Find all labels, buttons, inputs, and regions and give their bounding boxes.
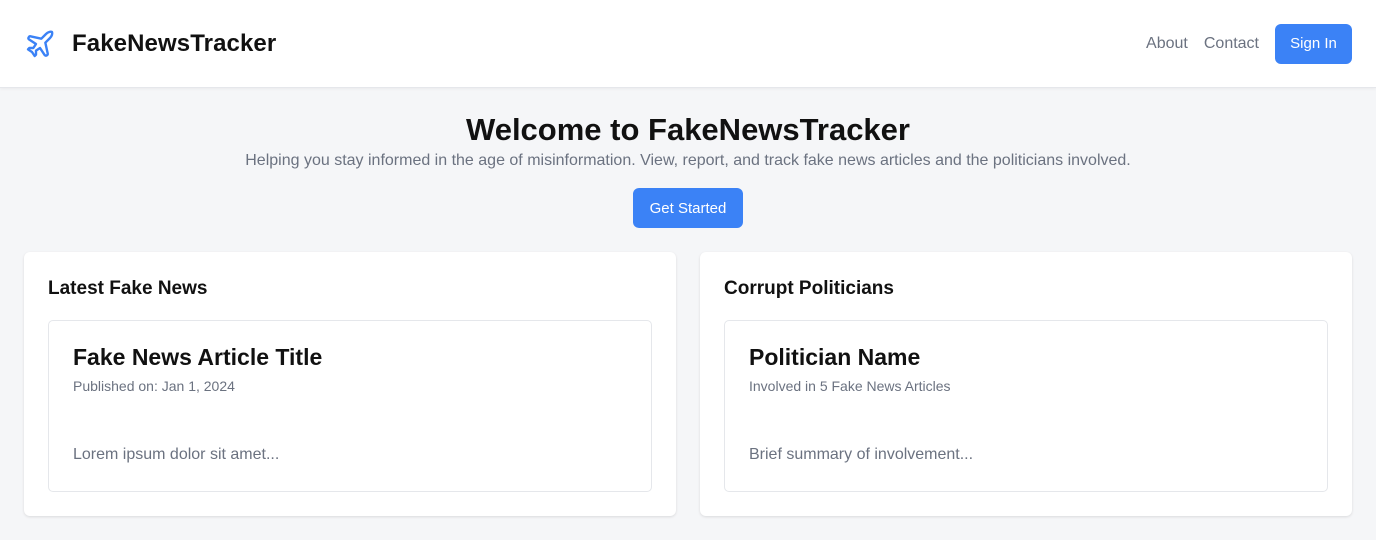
- sign-in-button[interactable]: Sign In: [1275, 23, 1352, 64]
- politician-article-count: Involved in 5 Fake News Articles: [749, 378, 951, 394]
- corrupt-politicians-card: Corrupt Politicians Politician Name Invo…: [700, 252, 1352, 516]
- politician-name: Politician Name: [749, 344, 921, 370]
- top-navbar: FakeNewsTracker About Contact Sign In: [0, 0, 1376, 88]
- nav-link-about[interactable]: About: [1146, 35, 1188, 53]
- hero-title: Welcome to FakeNewsTracker: [466, 112, 910, 147]
- article-excerpt: Lorem ipsum dolor sit amet...: [73, 446, 280, 463]
- nav-links: About Contact Sign In: [1146, 23, 1352, 64]
- get-started-button[interactable]: Get Started: [633, 188, 743, 228]
- news-article-item[interactable]: Fake News Article Title Published on: Ja…: [48, 320, 652, 492]
- hero-subtitle: Helping you stay informed in the age of …: [245, 152, 1131, 169]
- article-title: Fake News Article Title: [73, 344, 323, 370]
- hero-section: Welcome to FakeNewsTracker Helping you s…: [0, 112, 1376, 228]
- politician-item[interactable]: Politician Name Involved in 5 Fake News …: [724, 320, 1328, 492]
- nav-link-contact[interactable]: Contact: [1204, 35, 1259, 53]
- article-published-date: Published on: Jan 1, 2024: [73, 378, 235, 394]
- brand-name: FakeNewsTracker: [72, 29, 277, 57]
- latest-fake-news-heading: Latest Fake News: [48, 278, 208, 299]
- corrupt-politicians-heading: Corrupt Politicians: [724, 278, 894, 299]
- airplane-icon: [24, 28, 56, 60]
- brand[interactable]: FakeNewsTracker: [24, 28, 276, 60]
- latest-fake-news-card: Latest Fake News Fake News Article Title…: [24, 252, 676, 516]
- politician-summary: Brief summary of involvement...: [749, 446, 974, 463]
